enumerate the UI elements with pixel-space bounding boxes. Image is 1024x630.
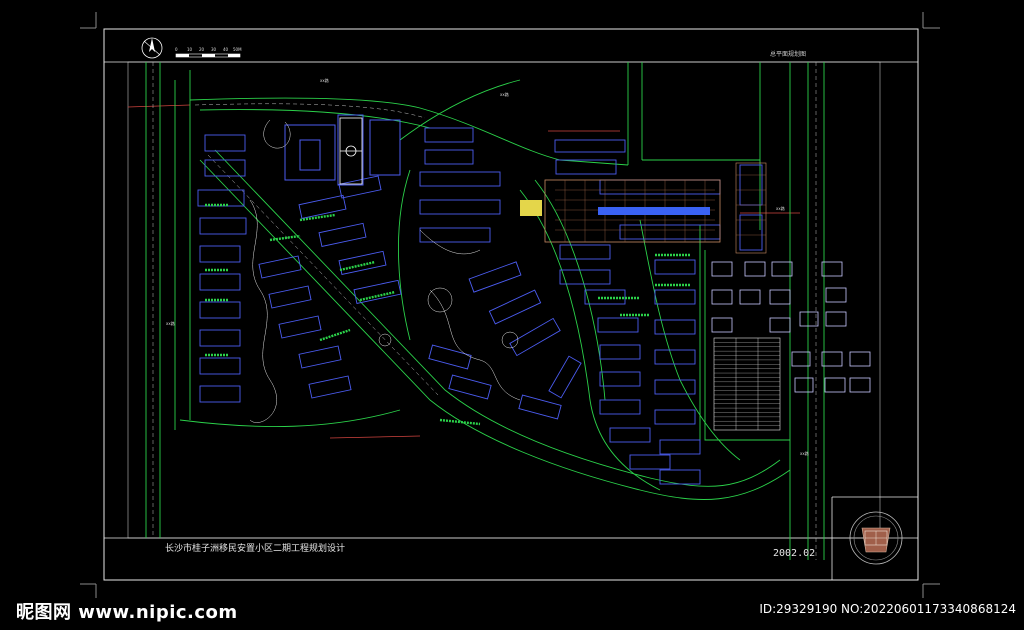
tech-data-table	[713, 337, 781, 431]
scale-tick: 30	[211, 47, 217, 52]
scale-tick: 0	[175, 47, 178, 52]
sports-court	[339, 117, 363, 185]
road-label: xx路	[500, 91, 509, 97]
outer-frame	[103, 28, 919, 581]
centre-lines	[152, 62, 817, 560]
park-paths	[249, 119, 521, 423]
scale-tick: 40	[223, 47, 229, 52]
road-label: xx路	[320, 77, 329, 83]
entrance-gate	[520, 200, 542, 216]
villa-cluster	[711, 261, 871, 393]
road-label: xx路	[776, 205, 785, 211]
scale-tick: 20	[199, 47, 205, 52]
central-plaza	[520, 162, 767, 254]
scale-tick: 50M	[233, 47, 242, 52]
watermark-id: ID:29329190 NO:20220601173340868124	[759, 602, 1016, 616]
watermark-site: 昵图网 www.nipic.com	[16, 602, 238, 623]
drawing-title: 长沙市桂子洲移民安置小区二期工程规划设计	[165, 542, 345, 554]
parking-bays	[205, 203, 690, 426]
water-feature	[598, 207, 710, 215]
drawing-date: 2002.02	[773, 548, 815, 559]
inner-frame	[127, 61, 881, 539]
road-network	[145, 62, 825, 560]
school-block	[284, 114, 401, 186]
scale-tick: 10	[187, 47, 193, 52]
cad-site-plan: 0 10 20 30 40 50M 总平面规划图 xx路 xx路 xx路 xx路…	[80, 12, 940, 598]
crop-marks	[80, 12, 940, 598]
sheet-title: 总平面规划图	[770, 50, 806, 58]
north-arrow-icon	[141, 37, 163, 59]
road-label: xx路	[166, 320, 175, 326]
residential-buildings	[197, 127, 763, 485]
scale-bar: 0 10 20 30 40 50M	[175, 47, 242, 58]
red-boundary-lines	[127, 104, 800, 439]
road-label: xx路	[800, 450, 809, 456]
